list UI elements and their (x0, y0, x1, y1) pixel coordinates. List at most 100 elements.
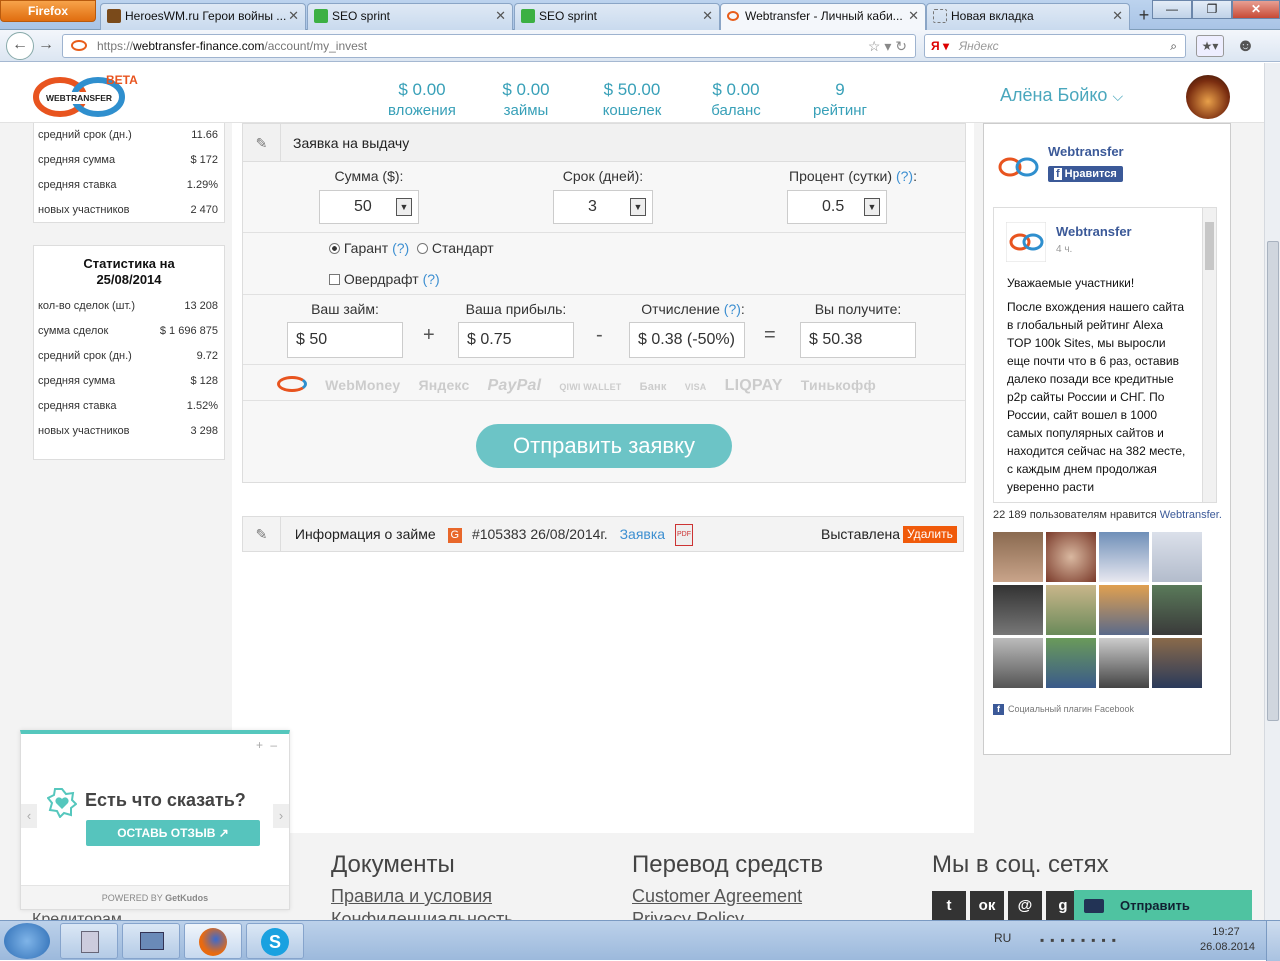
tab-seosprint-1[interactable]: SEO sprint ✕ (307, 3, 513, 30)
stat-investments[interactable]: $ 0.00 вложения (372, 79, 472, 121)
clock[interactable]: 19:27 26.08.2014 (1200, 925, 1255, 955)
left-gray-area (0, 123, 232, 833)
tray-icons[interactable]: ▪▪▪▪▪▪▪▪ (1040, 933, 1122, 947)
language-indicator[interactable]: RU (994, 931, 1011, 945)
stat-wallet[interactable]: $ 50.00 кошелек (580, 79, 684, 121)
delete-button[interactable]: Удалить (903, 526, 957, 543)
tab-seosprint-2[interactable]: SEO sprint ✕ (514, 3, 720, 30)
fan-avatar[interactable] (1099, 532, 1149, 582)
footer-link-privacy[interactable]: Конфиденциальность (331, 909, 514, 920)
tab-heroeswm[interactable]: HeroesWM.ru Герои войны ... ✕ (100, 3, 306, 30)
facebook-icon: f (1054, 168, 1062, 180)
taskbar-computer[interactable] (122, 923, 180, 959)
footer-link-terms[interactable]: Правила и условия (331, 886, 492, 907)
close-icon[interactable]: ✕ (908, 4, 919, 28)
windows-start-button[interactable] (4, 923, 50, 959)
fan-avatar[interactable] (1046, 585, 1096, 635)
help-link[interactable]: (?) (423, 271, 440, 287)
addon-smiley-icon[interactable]: ☻ (1236, 35, 1255, 56)
submit-request-button[interactable]: Отправить заявку (476, 424, 732, 468)
chevron-right-icon[interactable]: › (273, 804, 289, 828)
firefox-menu-button[interactable]: Firefox (0, 0, 96, 22)
post-author-name[interactable]: Webtransfer (1056, 224, 1132, 239)
fan-avatar[interactable] (993, 532, 1043, 582)
taskbar-calculator[interactable] (60, 923, 118, 959)
close-window-button[interactable]: ✕ (1232, 0, 1280, 19)
close-icon[interactable]: ✕ (702, 4, 713, 28)
fan-avatar[interactable] (1152, 532, 1202, 582)
odnoklassniki-icon[interactable]: ок (970, 891, 1004, 920)
minimize-button[interactable]: — (1152, 0, 1192, 19)
forward-arrow-icon[interactable]: → (38, 36, 54, 54)
leave-review-button[interactable]: ОСТАВЬ ОТЗЫВ ↗ (86, 820, 260, 846)
maximize-button[interactable]: ❐ (1192, 0, 1232, 19)
url-input[interactable]: https://webtransfer-finance.com/account/… (62, 34, 916, 58)
post-scroll-thumb[interactable] (1205, 222, 1214, 270)
powered-by[interactable]: POWERED BY GetKudos (21, 885, 289, 909)
footer-link-privacy-policy[interactable]: Privacy Policy (632, 909, 744, 920)
dropdown-arrow-icon[interactable]: ▼ (396, 198, 412, 216)
search-icon[interactable]: ⌕ (1170, 35, 1177, 57)
seosprint-favicon-icon (521, 9, 535, 23)
close-icon[interactable]: ✕ (495, 4, 506, 28)
fan-avatar[interactable] (1152, 585, 1202, 635)
standart-radio[interactable] (416, 243, 428, 254)
fan-avatar[interactable] (1046, 638, 1096, 688)
help-link[interactable]: (?) (392, 240, 409, 256)
fee-field[interactable]: $ 0.38 (-50%) (629, 322, 745, 358)
search-input[interactable]: Я ▾ Яндекс ⌕ (924, 34, 1186, 58)
taskbar-firefox[interactable] (184, 923, 242, 959)
bookmarks-menu-icon[interactable]: ★▾ (1196, 35, 1224, 57)
minimize-icon[interactable]: – (270, 738, 277, 752)
loan-field[interactable]: $ 50 (287, 322, 403, 358)
overdraft-checkbox[interactable] (329, 274, 340, 285)
chevron-left-icon[interactable]: ‹ (21, 804, 37, 828)
fan-avatar[interactable] (1099, 585, 1149, 635)
footer-link-customer-agreement[interactable]: Customer Agreement (632, 886, 802, 907)
expand-icon[interactable]: + (256, 738, 263, 752)
avatar[interactable] (1186, 75, 1230, 119)
page-scroll-thumb[interactable] (1267, 241, 1279, 721)
help-link[interactable]: (?) (896, 168, 913, 184)
dropdown-arrow-icon[interactable]: ▼ (630, 198, 646, 216)
divider (243, 232, 965, 233)
taskbar-skype[interactable]: S (246, 923, 304, 959)
post-scrollbar[interactable] (1202, 208, 1216, 502)
close-icon[interactable]: ✕ (288, 4, 299, 28)
fb-like-button[interactable]: f Нравится (1048, 166, 1123, 182)
likes-page-link[interactable]: Webtransfer. (1160, 509, 1222, 521)
user-menu[interactable]: Алёна Бойко ⌵ (1000, 85, 1123, 106)
fan-avatar[interactable] (1046, 532, 1096, 582)
percent-select[interactable]: 0.5 ▼ (787, 190, 887, 224)
stat-loans[interactable]: $ 0.00 займы (476, 79, 576, 121)
show-desktop-button[interactable] (1266, 921, 1280, 961)
tab-new[interactable]: Новая вкладка ✕ (926, 3, 1130, 30)
sum-select[interactable]: 50 ▼ (319, 190, 419, 224)
pdf-icon[interactable]: PDF (674, 524, 693, 547)
fb-page-name[interactable]: Webtransfer (1048, 144, 1124, 159)
fan-avatar[interactable] (1099, 638, 1149, 688)
bookmark-star-icon[interactable]: ☆ ▾ ↻ (868, 35, 907, 57)
receive-field[interactable]: $ 50.38 (800, 322, 916, 358)
dropdown-arrow-icon[interactable]: ▼ (864, 198, 880, 216)
at-icon[interactable]: @ (1008, 891, 1042, 920)
fan-avatar[interactable] (993, 585, 1043, 635)
stat-balance[interactable]: $ 0.00 баланс (686, 79, 786, 121)
stat-rating[interactable]: 9 рейтинг (790, 79, 890, 121)
close-icon[interactable]: ✕ (1112, 4, 1123, 28)
profit-field[interactable]: $ 0.75 (458, 322, 574, 358)
page-scrollbar[interactable] (1264, 63, 1280, 920)
twitter-icon[interactable]: t (932, 891, 966, 920)
help-link[interactable]: (?) (724, 301, 741, 317)
site-identity-icon[interactable] (71, 40, 87, 51)
garant-radio[interactable] (329, 243, 340, 254)
back-arrow-icon[interactable]: ← (6, 32, 34, 60)
term-select[interactable]: 3 ▼ (553, 190, 653, 224)
footer-social-title: Мы в соц. сетях (932, 851, 1109, 878)
fan-avatar[interactable] (993, 638, 1043, 688)
fan-avatar[interactable] (1152, 638, 1202, 688)
send-feedback-button[interactable]: Отправить (1074, 890, 1252, 920)
tab-webtransfer[interactable]: Webtransfer - Личный каби... ✕ (720, 3, 926, 31)
footer-link-creditors[interactable]: Кредиторам (32, 911, 122, 920)
request-link[interactable]: Заявка (620, 526, 665, 542)
